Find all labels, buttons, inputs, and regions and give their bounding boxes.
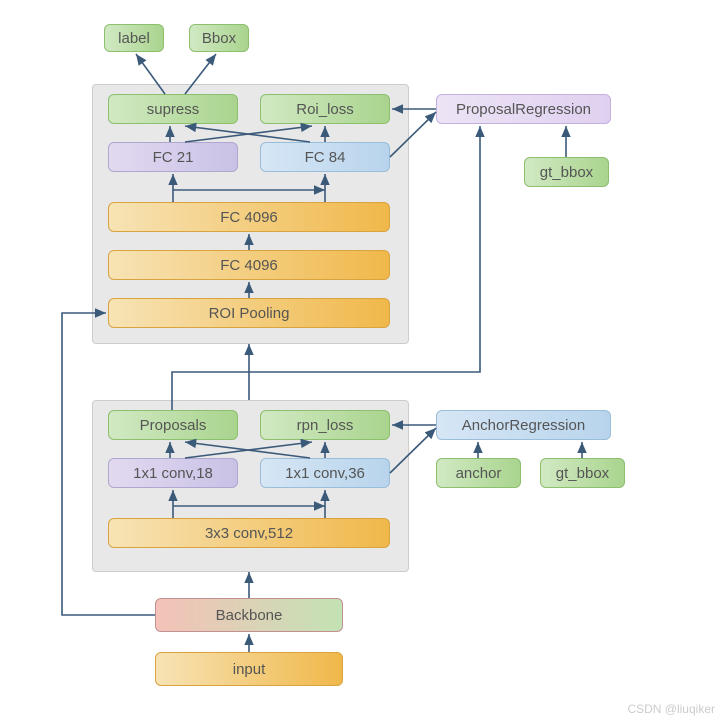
- node-input: input: [155, 652, 343, 686]
- node-gt-bbox-bottom: gt_bbox: [540, 458, 625, 488]
- node-supress: supress: [108, 94, 238, 124]
- node-conv36: 1x1 conv,36: [260, 458, 390, 488]
- watermark: CSDN @liuqiker: [627, 702, 715, 716]
- node-bbox-out: Bbox: [189, 24, 249, 52]
- node-backbone: Backbone: [155, 598, 343, 632]
- node-label: label: [104, 24, 164, 52]
- node-anchor-regression: AnchorRegression: [436, 410, 611, 440]
- node-gt-bbox-top: gt_bbox: [524, 157, 609, 187]
- node-anchor: anchor: [436, 458, 521, 488]
- node-rpn-loss: rpn_loss: [260, 410, 390, 440]
- node-conv512: 3x3 conv,512: [108, 518, 390, 548]
- node-fc21: FC 21: [108, 142, 238, 172]
- node-proposals: Proposals: [108, 410, 238, 440]
- node-fc84: FC 84: [260, 142, 390, 172]
- node-fc4096-b: FC 4096: [108, 250, 390, 280]
- node-proposal-regression: ProposalRegression: [436, 94, 611, 124]
- node-conv18: 1x1 conv,18: [108, 458, 238, 488]
- node-fc4096-a: FC 4096: [108, 202, 390, 232]
- node-roi-loss: Roi_loss: [260, 94, 390, 124]
- node-roi-pooling: ROI Pooling: [108, 298, 390, 328]
